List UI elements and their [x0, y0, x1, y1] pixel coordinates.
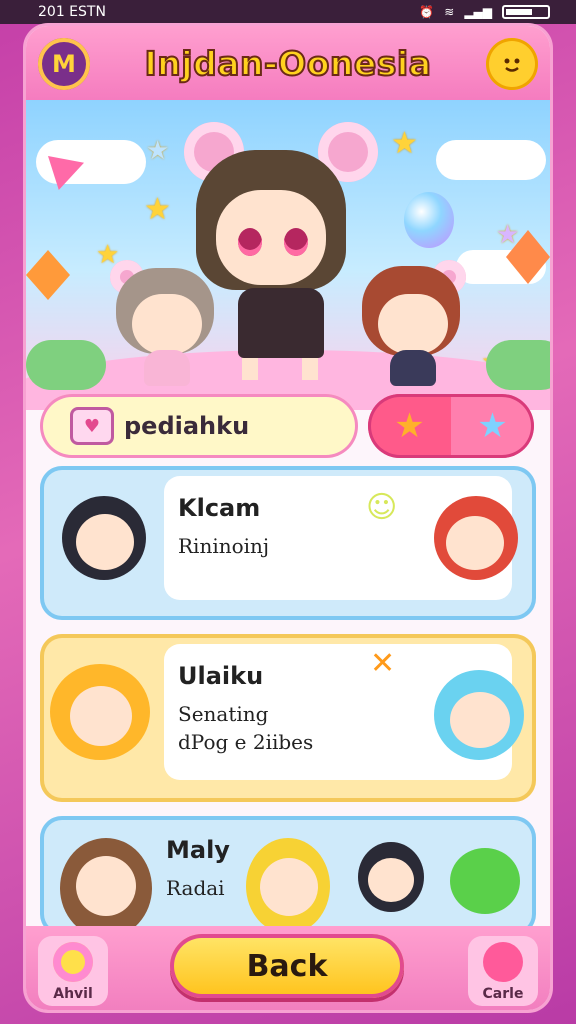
card-body: Maly Radai: [166, 836, 230, 902]
m-icon: M: [52, 50, 76, 78]
search-text: pediahku: [124, 412, 250, 440]
app-screen: M Injdan-Oonesia ★ ★ ★ ★ ★ ★: [26, 26, 550, 1010]
search-field[interactable]: ♥ pediahku: [40, 394, 358, 458]
heart-balloon-icon: [483, 942, 523, 982]
smiley-icon: ☺: [366, 490, 398, 525]
battery-icon: [502, 5, 550, 19]
heart-message-icon: ♥: [70, 407, 114, 445]
avatar: [450, 848, 520, 914]
list-item[interactable]: Ulaiku Senating dPog e 2iibes ✕: [40, 634, 536, 802]
header-bar: M Injdan-Oonesia: [26, 26, 550, 100]
app-title: Injdan-Oonesia: [144, 43, 432, 84]
nav-label: Carle: [482, 986, 524, 1002]
ring-icon: [53, 942, 93, 982]
x-icon: ✕: [370, 646, 396, 681]
star-decoration: ★: [144, 192, 171, 227]
star-icon-orange[interactable]: ★: [394, 409, 424, 443]
star-decoration: ★: [391, 126, 418, 161]
bush-shape: [26, 340, 106, 390]
card-name: Maly: [166, 836, 230, 864]
alarm-icon: ⏰: [419, 5, 435, 19]
list-item[interactable]: Maly Radai: [40, 816, 536, 936]
avatar-face: [76, 856, 136, 916]
nav-label: Ahvil: [53, 986, 93, 1002]
wifi-icon: ≋: [444, 5, 455, 19]
nav-carle-button[interactable]: Carle: [468, 936, 538, 1006]
nav-ahvil-button[interactable]: Ahvil: [38, 936, 108, 1006]
menu-m-button[interactable]: M: [38, 38, 90, 90]
avatar-face: [446, 516, 504, 570]
cloud-shape: [436, 140, 546, 180]
hero-banner: ★ ★ ★ ★ ★ ★: [26, 100, 550, 410]
avatar-face: [76, 514, 134, 570]
card-desc: Radai: [166, 876, 225, 900]
status-time: 201 ESTN: [38, 4, 106, 20]
face-icon: [504, 58, 520, 72]
favorites-toggle: ★ ★: [368, 394, 534, 458]
back-button[interactable]: Back: [170, 934, 404, 998]
avatar-face: [70, 686, 132, 746]
star-icon-blue[interactable]: ★: [477, 409, 507, 443]
status-icons: ⏰ ≋ ▂▄▆: [419, 5, 550, 19]
search-row: ♥ pediahku ★ ★: [40, 394, 540, 458]
avatar-face: [450, 692, 510, 748]
status-bar: 201 ESTN ⏰ ≋ ▂▄▆: [0, 0, 576, 24]
bush-shape: [486, 340, 550, 390]
balloon-icon: [404, 192, 454, 248]
character-main: [176, 110, 386, 390]
bottom-bar: Ahvil Back Carle: [26, 926, 550, 1010]
star-decoration: ★: [146, 136, 170, 166]
profile-face-button[interactable]: [486, 38, 538, 90]
list-item[interactable]: Klcam Rininoinj ☺: [40, 466, 536, 620]
avatar-face: [260, 858, 318, 916]
character-small-right: [356, 250, 466, 390]
avatar-face: [368, 858, 414, 902]
kite-icon: [26, 250, 70, 300]
signal-icon: ▂▄▆: [464, 5, 492, 19]
